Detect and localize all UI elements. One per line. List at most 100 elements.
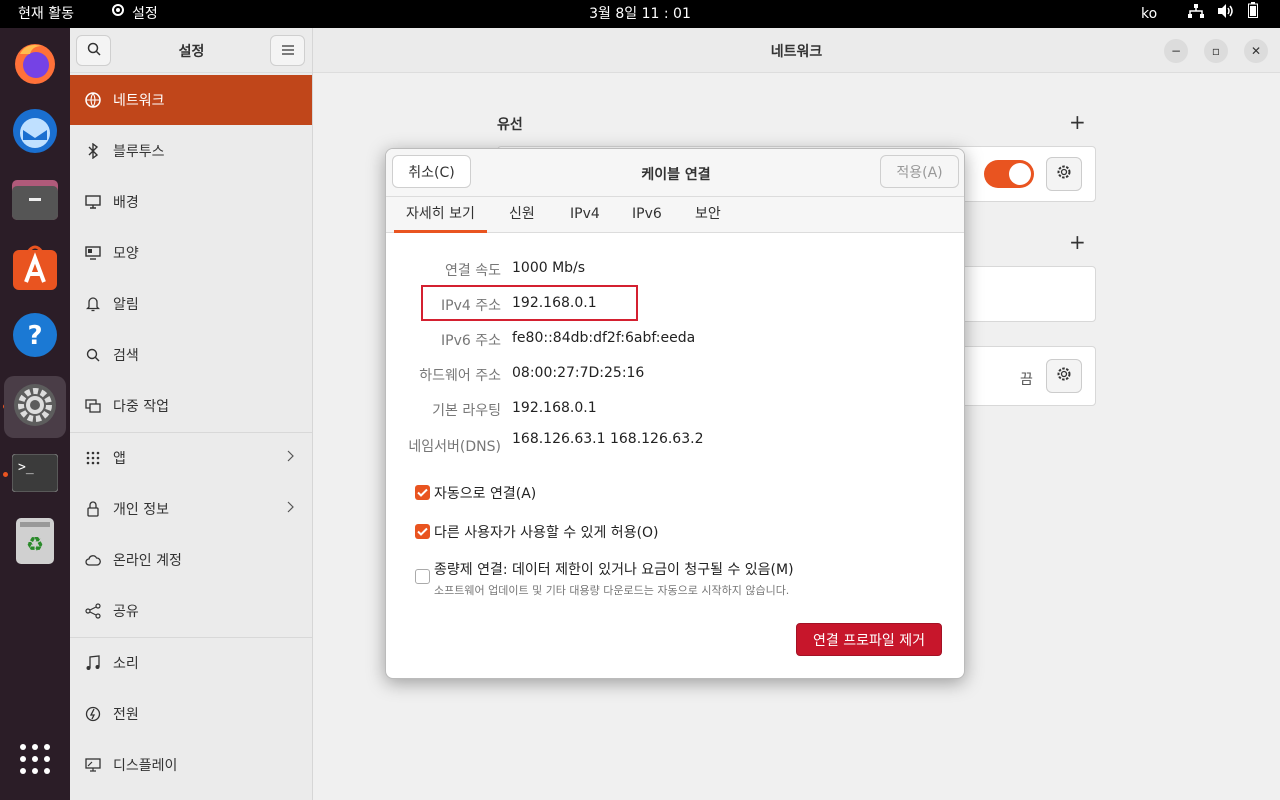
dock-trash[interactable]: ♻ [4,512,66,574]
sidebar-item-bluetooth[interactable]: 블루투스 [70,126,312,176]
detail-value[interactable]: 08:00:27:7D:25:16 [512,365,644,381]
apply-button[interactable]: 적용(A) [880,155,959,188]
background-icon [84,193,102,211]
firefox-icon [12,40,58,90]
detail-row-ipv4: IPv4 주소 192.168.0.1 [386,292,964,316]
dock-help[interactable]: ? [4,306,66,368]
sidebar-item-background[interactable]: 배경 [70,177,312,227]
sidebar-item-apps[interactable]: 앱 [70,433,312,483]
sidebar-item-notifications[interactable]: 알림 [70,279,312,329]
dock-app-center[interactable] [4,238,66,300]
detail-label: 하드웨어 주소 [419,368,501,384]
detail-row-dns: 네임서버(DNS) 168.126.63.1 168.126.63.2 [386,431,964,456]
detail-row-hardware-address: 하드웨어 주소 08:00:27:7D:25:16 [386,362,964,386]
sidebar-item-label: 공유 [113,604,139,620]
sidebar-header: 설정 [70,28,312,73]
app-center-icon [12,244,58,294]
remove-connection-profile-button[interactable]: 연결 프로파일 제거 [796,623,942,656]
tab-identity[interactable]: 신원 [497,197,547,233]
detail-value[interactable]: 192.168.0.1 [512,400,597,416]
music-icon [84,654,102,672]
tab-details[interactable]: 자세히 보기 [394,197,487,233]
sidebar-item-displays[interactable]: 디스플레이 [70,740,312,790]
dock-show-apps[interactable] [4,730,66,792]
trash-icon: ♻ [16,518,54,568]
detail-value[interactable]: fe80::84db:df2f:6abf:eeda [512,330,695,346]
hamburger-icon [281,43,294,59]
dock-settings[interactable] [4,376,66,438]
add-wired-button[interactable]: + [1069,110,1086,134]
bluetooth-icon [84,142,102,160]
detail-label: 기본 라우팅 [432,403,501,419]
auto-connect-checkbox[interactable] [415,485,430,500]
wired-section-title: 유선 [497,117,523,133]
close-icon: ✕ [1250,44,1262,58]
detail-label: IPv4 주소 [441,298,501,314]
remove-label: 연결 프로파일 제거 [813,632,925,649]
sidebar-item-label: 배경 [113,195,139,211]
wired-settings-button[interactable] [1046,157,1082,191]
dock-files[interactable] [4,170,66,232]
metered-checkbox[interactable] [415,569,430,584]
maximize-button[interactable]: ▫ [1204,39,1228,63]
sidebar-item-label: 알림 [113,297,139,313]
activities-button[interactable]: 현재 활동 [18,0,74,28]
sidebar-item-privacy[interactable]: 개인 정보 [70,484,312,534]
main-header: 네트워크 − ▫ ✕ [313,28,1280,73]
dialog-tabs: 자세히 보기 신원 IPv4 IPv6 보안 [386,197,964,233]
allow-others-label[interactable]: 다른 사용자가 사용할 수 있게 허용(O) [434,522,659,542]
plus-icon: + [1069,230,1086,254]
clock[interactable]: 3월 8일 11 : 01 [589,6,691,22]
sidebar-item-online-accounts[interactable]: 온라인 계정 [70,535,312,585]
share-icon [84,602,102,620]
add-vpn-button[interactable]: + [1069,230,1086,254]
sidebar: 설정 네트워크 블루투스 배경 모양 알림 검색 다중 작업 앱 개인 정보 온… [70,28,313,800]
plus-icon: + [1069,110,1086,134]
dialog-title-text: 케이블 연결 [641,167,711,183]
metered-label[interactable]: 종량제 연결: 데이터 제한이 있거나 요금이 청구될 수 있음(M) [434,559,794,579]
search-icon [84,346,102,364]
tab-security[interactable]: 보안 [683,197,733,233]
allow-others-checkbox[interactable] [415,524,430,539]
proxy-settings-button[interactable] [1046,359,1082,393]
menu-button[interactable] [270,35,305,66]
sidebar-item-search[interactable]: 검색 [70,330,312,380]
sidebar-item-power[interactable]: 전원 [70,689,312,739]
tab-ipv6[interactable]: IPv6 [620,197,674,233]
sidebar-item-network[interactable]: 네트워크 [70,75,312,125]
proxy-status: 끔 [1020,372,1033,388]
network-icon [84,91,102,109]
detail-value[interactable]: 168.126.63.1 168.126.63.2 [512,431,703,447]
dock: ? >_ ♻ [0,28,70,800]
detail-value[interactable]: 192.168.0.1 [512,295,597,311]
sidebar-item-sharing[interactable]: 공유 [70,586,312,636]
sidebar-item-multitasking[interactable]: 다중 작업 [70,381,312,431]
sidebar-item-label: 다중 작업 [113,399,169,415]
metered-description: 소프트웨어 업데이트 및 기타 대용량 다운로드는 자동으로 시작하지 않습니다… [434,584,790,597]
system-status-menu[interactable] [1188,0,1258,28]
display-icon [84,756,102,774]
top-bar: 현재 활동 설정 3월 8일 11 : 01 ko [0,0,1280,28]
tab-label: 보안 [695,206,721,222]
wired-connection-dialog: 취소(C) 케이블 연결 적용(A) 자세히 보기 신원 IPv4 IPv6 보… [385,148,965,679]
auto-connect-label[interactable]: 자동으로 연결(A) [434,483,536,503]
chevron-right-icon [287,501,294,517]
clock-container: 3월 8일 11 : 01 [0,0,1280,28]
cloud-icon [84,551,102,569]
wired-toggle[interactable] [984,160,1034,188]
close-button[interactable]: ✕ [1244,39,1268,63]
help-icon: ? [12,312,58,362]
cancel-button[interactable]: 취소(C) [392,155,471,188]
input-language[interactable]: ko [1141,0,1157,28]
svg-text:>_: >_ [18,460,34,475]
dock-thunderbird[interactable] [4,102,66,164]
app-menu[interactable]: 설정 [110,0,158,28]
dock-terminal[interactable]: >_ [4,444,66,506]
sidebar-item-sound[interactable]: 소리 [70,638,312,688]
tab-ipv4[interactable]: IPv4 [558,197,612,233]
minimize-button[interactable]: − [1164,39,1188,63]
dock-firefox[interactable] [4,34,66,96]
volume-icon [1218,0,1234,28]
sidebar-item-appearance[interactable]: 모양 [70,228,312,278]
sidebar-item-label: 전원 [113,707,139,723]
